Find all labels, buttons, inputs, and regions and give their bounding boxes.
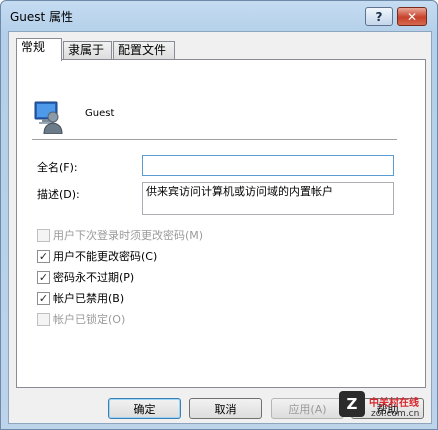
option-must-change-password[interactable]: 用户下次登录时须更改密码(M) [37, 227, 203, 243]
tab-profile[interactable]: 配置文件 [113, 41, 175, 60]
cancel-button[interactable]: 取消 [189, 398, 262, 419]
user-name: Guest [85, 108, 115, 119]
checkbox[interactable] [37, 228, 50, 242]
checkbox[interactable]: ✓ [37, 270, 50, 284]
user-account-icon [34, 101, 63, 134]
option-password-never-expires[interactable]: ✓ 密码永不过期(P) [37, 269, 134, 285]
close-button[interactable]: ✕ [397, 7, 427, 26]
apply-button[interactable]: 应用(A) [271, 398, 344, 419]
zol-logo-icon: Z [339, 391, 365, 417]
watermark-site-name: 中关村在线 [369, 398, 419, 409]
option-label: 用户下次登录时须更改密码(M) [53, 229, 204, 242]
title-bar[interactable]: Guest 属性 ? ✕ [1, 1, 437, 31]
watermark-url: zol.com.cn [371, 409, 420, 419]
checkbox[interactable]: ✓ [37, 291, 50, 305]
checkbox[interactable]: ✓ [37, 249, 50, 263]
option-account-locked[interactable]: 帐户已锁定(O) [37, 311, 125, 327]
guest-properties-window: Guest 属性 ? ✕ 常规 隶属于 配置文件 Guest 全名(F): 描述… [0, 0, 438, 430]
fullname-label: 全名(F): [37, 161, 78, 174]
fullname-input[interactable] [142, 155, 394, 176]
option-account-disabled[interactable]: ✓ 帐户已禁用(B) [37, 290, 124, 306]
dialog-client-area: 常规 隶属于 配置文件 Guest 全名(F): 描述(D): 供来宾访问计算机… [8, 31, 432, 424]
description-input[interactable]: 供来宾访问计算机或访问域的内置帐户 [142, 182, 394, 215]
option-label: 密码永不过期(P) [53, 271, 135, 284]
checkbox[interactable] [37, 312, 50, 326]
ok-button[interactable]: 确定 [108, 398, 181, 419]
option-cannot-change-password[interactable]: ✓ 用户不能更改密码(C) [37, 248, 157, 264]
description-label: 描述(D): [37, 188, 80, 201]
tab-member-of[interactable]: 隶属于 [63, 41, 112, 60]
general-tab-page: Guest 全名(F): 描述(D): 供来宾访问计算机或访问域的内置帐户 用户… [16, 59, 426, 388]
window-title: Guest 属性 [10, 10, 74, 24]
separator [32, 139, 397, 140]
option-label: 帐户已禁用(B) [53, 292, 125, 305]
option-label: 用户不能更改密码(C) [53, 250, 158, 263]
zol-watermark: Z 中关村在线 zol.com.cn [339, 389, 435, 427]
option-label: 帐户已锁定(O) [53, 313, 126, 326]
title-help-button[interactable]: ? [365, 7, 393, 26]
tab-general[interactable]: 常规 [16, 38, 62, 61]
